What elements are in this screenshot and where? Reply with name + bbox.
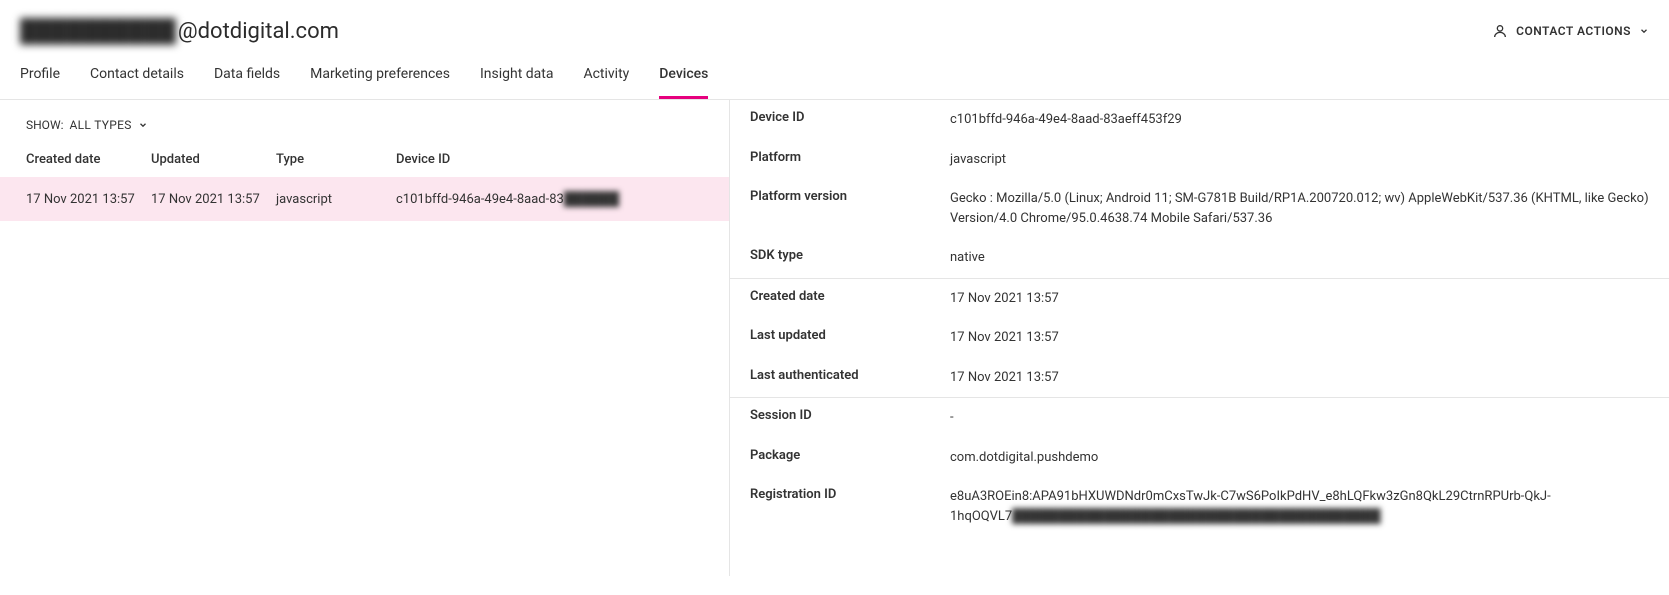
label-package: Package [750,448,950,468]
registration-id-redacted: ████████████████████████████████████████ [1012,509,1380,524]
tab-devices[interactable]: Devices [659,54,708,99]
label-created-date: Created date [750,289,950,309]
col-header-device-id[interactable]: Device ID [396,152,703,167]
table-header: Created date Updated Type Device ID [0,142,729,177]
value-created-date: 17 Nov 2021 13:57 [950,289,1649,309]
tab-contact-details[interactable]: Contact details [90,54,184,99]
label-last-updated: Last updated [750,328,950,348]
value-platform: javascript [950,150,1649,170]
tab-data-fields[interactable]: Data fields [214,54,280,99]
contact-actions-dropdown[interactable]: CONTACT ACTIONS [1492,23,1649,39]
value-package: com.dotdigital.pushdemo [950,448,1649,468]
cell-created: 17 Nov 2021 13:57 [26,192,151,207]
value-registration-id: e8uA3ROEin8:APA91bHXUWDNdr0mCxsTwJk-C7wS… [950,487,1649,526]
col-header-created[interactable]: Created date [26,152,151,167]
value-platform-version: Gecko : Mozilla/5.0 (Linux; Android 11; … [950,189,1649,228]
tab-insight-data[interactable]: Insight data [480,54,554,99]
tab-marketing-preferences[interactable]: Marketing preferences [310,54,450,99]
col-header-type[interactable]: Type [276,152,396,167]
filter-value: ALL TYPES [70,118,132,132]
label-sdk-type: SDK type [750,248,950,268]
chevron-down-icon [138,120,148,130]
cell-type: javascript [276,192,396,207]
cell-updated: 17 Nov 2021 13:57 [151,192,276,207]
value-device-id: c101bffd-946a-49e4-8aad-83aeff453f29 [950,110,1649,130]
value-last-updated: 17 Nov 2021 13:57 [950,328,1649,348]
cell-device-id: c101bffd-946a-49e4-8aad-83 ██████ [396,191,703,207]
tabs-nav: Profile Contact details Data fields Marketi… [0,54,1669,100]
person-icon [1492,23,1508,39]
contact-actions-label: CONTACT ACTIONS [1516,24,1631,38]
device-detail-panel: Device ID c101bffd-946a-49e4-8aad-83aeff… [730,100,1669,576]
value-session-id: - [950,408,1649,428]
label-registration-id: Registration ID [750,487,950,526]
filter-label: SHOW: [26,118,64,132]
page-title: ██████████ @dotdigital.com [20,18,339,44]
devices-table: Created date Updated Type Device ID 17 N… [0,142,729,221]
label-session-id: Session ID [750,408,950,428]
table-row[interactable]: 17 Nov 2021 13:57 17 Nov 2021 13:57 java… [0,177,729,221]
filter-dropdown[interactable]: SHOW: ALL TYPES [0,100,729,142]
chevron-down-icon [1639,26,1649,36]
email-prefix-redacted: ██████████ [20,18,176,44]
tab-activity[interactable]: Activity [583,54,629,99]
label-last-authenticated: Last authenticated [750,368,950,388]
tab-profile[interactable]: Profile [20,54,60,99]
label-platform: Platform [750,150,950,170]
label-device-id: Device ID [750,110,950,130]
value-sdk-type: native [950,248,1649,268]
device-id-redacted: ██████ [564,191,619,207]
email-suffix: @dotdigital.com [178,19,339,44]
col-header-updated[interactable]: Updated [151,152,276,167]
label-platform-version: Platform version [750,189,950,228]
value-last-authenticated: 17 Nov 2021 13:57 [950,368,1649,388]
